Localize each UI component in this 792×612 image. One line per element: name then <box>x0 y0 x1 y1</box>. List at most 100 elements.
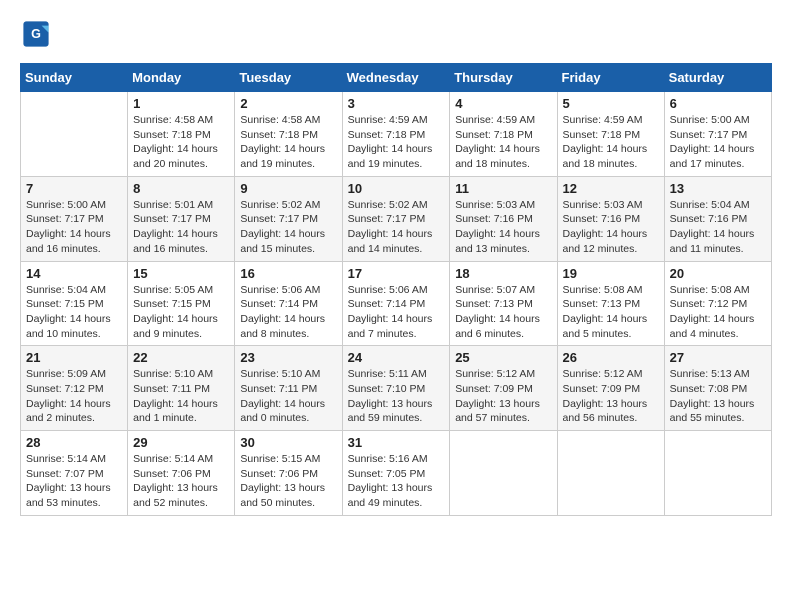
calendar-cell <box>21 92 128 177</box>
day-number: 13 <box>670 181 766 196</box>
day-number: 31 <box>348 435 445 450</box>
calendar-cell: 18 Sunrise: 5:07 AM Sunset: 7:13 PM Dayli… <box>450 261 557 346</box>
calendar-cell: 10 Sunrise: 5:02 AM Sunset: 7:17 PM Dayli… <box>342 176 450 261</box>
day-number: 10 <box>348 181 445 196</box>
calendar-week-row: 28 Sunrise: 5:14 AM Sunset: 7:07 PM Dayli… <box>21 431 772 516</box>
day-info: Sunrise: 5:14 AM Sunset: 7:07 PM Dayligh… <box>26 452 122 511</box>
day-info: Sunrise: 4:59 AM Sunset: 7:18 PM Dayligh… <box>563 113 659 172</box>
day-number: 22 <box>133 350 229 365</box>
calendar-cell: 2 Sunrise: 4:58 AM Sunset: 7:18 PM Daylig… <box>235 92 342 177</box>
day-info: Sunrise: 5:11 AM Sunset: 7:10 PM Dayligh… <box>348 367 445 426</box>
header-wednesday: Wednesday <box>342 64 450 92</box>
day-info: Sunrise: 5:07 AM Sunset: 7:13 PM Dayligh… <box>455 283 551 342</box>
day-number: 4 <box>455 96 551 111</box>
day-info: Sunrise: 5:00 AM Sunset: 7:17 PM Dayligh… <box>26 198 122 257</box>
calendar-cell: 27 Sunrise: 5:13 AM Sunset: 7:08 PM Dayli… <box>664 346 771 431</box>
calendar-cell <box>664 431 771 516</box>
day-number: 11 <box>455 181 551 196</box>
calendar-cell: 15 Sunrise: 5:05 AM Sunset: 7:15 PM Dayli… <box>128 261 235 346</box>
day-number: 18 <box>455 266 551 281</box>
calendar-week-row: 1 Sunrise: 4:58 AM Sunset: 7:18 PM Daylig… <box>21 92 772 177</box>
day-info: Sunrise: 5:10 AM Sunset: 7:11 PM Dayligh… <box>133 367 229 426</box>
day-number: 9 <box>240 181 336 196</box>
day-info: Sunrise: 5:00 AM Sunset: 7:17 PM Dayligh… <box>670 113 766 172</box>
day-number: 21 <box>26 350 122 365</box>
calendar-cell <box>557 431 664 516</box>
day-info: Sunrise: 5:14 AM Sunset: 7:06 PM Dayligh… <box>133 452 229 511</box>
day-number: 3 <box>348 96 445 111</box>
day-info: Sunrise: 5:12 AM Sunset: 7:09 PM Dayligh… <box>563 367 659 426</box>
day-number: 15 <box>133 266 229 281</box>
logo: G <box>20 20 52 53</box>
day-info: Sunrise: 4:59 AM Sunset: 7:18 PM Dayligh… <box>455 113 551 172</box>
calendar-header-row: SundayMondayTuesdayWednesdayThursdayFrid… <box>21 64 772 92</box>
calendar-cell: 11 Sunrise: 5:03 AM Sunset: 7:16 PM Dayli… <box>450 176 557 261</box>
day-info: Sunrise: 5:12 AM Sunset: 7:09 PM Dayligh… <box>455 367 551 426</box>
calendar-cell: 26 Sunrise: 5:12 AM Sunset: 7:09 PM Dayli… <box>557 346 664 431</box>
calendar-cell: 21 Sunrise: 5:09 AM Sunset: 7:12 PM Dayli… <box>21 346 128 431</box>
day-info: Sunrise: 5:10 AM Sunset: 7:11 PM Dayligh… <box>240 367 336 426</box>
day-info: Sunrise: 5:01 AM Sunset: 7:17 PM Dayligh… <box>133 198 229 257</box>
day-info: Sunrise: 5:02 AM Sunset: 7:17 PM Dayligh… <box>240 198 336 257</box>
day-number: 30 <box>240 435 336 450</box>
day-number: 7 <box>26 181 122 196</box>
day-info: Sunrise: 5:06 AM Sunset: 7:14 PM Dayligh… <box>348 283 445 342</box>
page-header: G <box>20 20 772 53</box>
calendar-cell: 3 Sunrise: 4:59 AM Sunset: 7:18 PM Daylig… <box>342 92 450 177</box>
day-number: 23 <box>240 350 336 365</box>
day-number: 12 <box>563 181 659 196</box>
day-number: 27 <box>670 350 766 365</box>
header-sunday: Sunday <box>21 64 128 92</box>
header-saturday: Saturday <box>664 64 771 92</box>
svg-text:G: G <box>31 27 41 41</box>
calendar-cell: 12Sunrise: 5:03 AM Sunset: 7:16 PM Dayli… <box>557 176 664 261</box>
day-number: 25 <box>455 350 551 365</box>
day-number: 1 <box>133 96 229 111</box>
calendar-cell: 8 Sunrise: 5:01 AM Sunset: 7:17 PM Daylig… <box>128 176 235 261</box>
day-number: 20 <box>670 266 766 281</box>
calendar-cell: 23 Sunrise: 5:10 AM Sunset: 7:11 PM Dayli… <box>235 346 342 431</box>
day-info: Sunrise: 5:06 AM Sunset: 7:14 PM Dayligh… <box>240 283 336 342</box>
day-number: 8 <box>133 181 229 196</box>
header-thursday: Thursday <box>450 64 557 92</box>
calendar-cell: 9 Sunrise: 5:02 AM Sunset: 7:17 PM Daylig… <box>235 176 342 261</box>
day-number: 5 <box>563 96 659 111</box>
calendar-cell: 6 Sunrise: 5:00 AM Sunset: 7:17 PM Daylig… <box>664 92 771 177</box>
day-number: 28 <box>26 435 122 450</box>
calendar-week-row: 7 Sunrise: 5:00 AM Sunset: 7:17 PM Daylig… <box>21 176 772 261</box>
logo-icon: G <box>22 20 50 48</box>
day-info: Sunrise: 5:04 AM Sunset: 7:15 PM Dayligh… <box>26 283 122 342</box>
calendar-cell: 22 Sunrise: 5:10 AM Sunset: 7:11 PM Dayli… <box>128 346 235 431</box>
day-info: Sunrise: 4:59 AM Sunset: 7:18 PM Dayligh… <box>348 113 445 172</box>
calendar-cell: 16 Sunrise: 5:06 AM Sunset: 7:14 PM Dayli… <box>235 261 342 346</box>
day-number: 19 <box>563 266 659 281</box>
calendar-cell: 20 Sunrise: 5:08 AM Sunset: 7:12 PM Dayli… <box>664 261 771 346</box>
day-info: Sunrise: 5:05 AM Sunset: 7:15 PM Dayligh… <box>133 283 229 342</box>
day-info: Sunrise: 5:08 AM Sunset: 7:12 PM Dayligh… <box>670 283 766 342</box>
calendar-cell: 14Sunrise: 5:04 AM Sunset: 7:15 PM Dayli… <box>21 261 128 346</box>
day-number: 6 <box>670 96 766 111</box>
calendar-cell: 7 Sunrise: 5:00 AM Sunset: 7:17 PM Daylig… <box>21 176 128 261</box>
day-number: 26 <box>563 350 659 365</box>
day-number: 16 <box>240 266 336 281</box>
calendar-cell: 5 Sunrise: 4:59 AM Sunset: 7:18 PM Daylig… <box>557 92 664 177</box>
calendar-cell: 4 Sunrise: 4:59 AM Sunset: 7:18 PM Daylig… <box>450 92 557 177</box>
day-info: Sunrise: 5:09 AM Sunset: 7:12 PM Dayligh… <box>26 367 122 426</box>
day-info: Sunrise: 5:03 AM Sunset: 7:16 PM Dayligh… <box>455 198 551 257</box>
day-number: 2 <box>240 96 336 111</box>
calendar-cell <box>450 431 557 516</box>
day-info: Sunrise: 5:15 AM Sunset: 7:06 PM Dayligh… <box>240 452 336 511</box>
calendar-week-row: 21 Sunrise: 5:09 AM Sunset: 7:12 PM Dayli… <box>21 346 772 431</box>
day-info: Sunrise: 5:04 AM Sunset: 7:16 PM Dayligh… <box>670 198 766 257</box>
day-info: Sunrise: 5:13 AM Sunset: 7:08 PM Dayligh… <box>670 367 766 426</box>
day-info: Sunrise: 5:02 AM Sunset: 7:17 PM Dayligh… <box>348 198 445 257</box>
calendar-cell: 25 Sunrise: 5:12 AM Sunset: 7:09 PM Dayli… <box>450 346 557 431</box>
calendar-cell: 31Sunrise: 5:16 AM Sunset: 7:05 PM Dayli… <box>342 431 450 516</box>
calendar-cell: 1Sunrise: 4:58 AM Sunset: 7:18 PM Daylig… <box>128 92 235 177</box>
day-number: 17 <box>348 266 445 281</box>
header-tuesday: Tuesday <box>235 64 342 92</box>
calendar-cell: 29Sunrise: 5:14 AM Sunset: 7:06 PM Dayli… <box>128 431 235 516</box>
calendar-cell: 13 Sunrise: 5:04 AM Sunset: 7:16 PM Dayli… <box>664 176 771 261</box>
calendar-week-row: 14Sunrise: 5:04 AM Sunset: 7:15 PM Dayli… <box>21 261 772 346</box>
day-info: Sunrise: 4:58 AM Sunset: 7:18 PM Dayligh… <box>240 113 336 172</box>
